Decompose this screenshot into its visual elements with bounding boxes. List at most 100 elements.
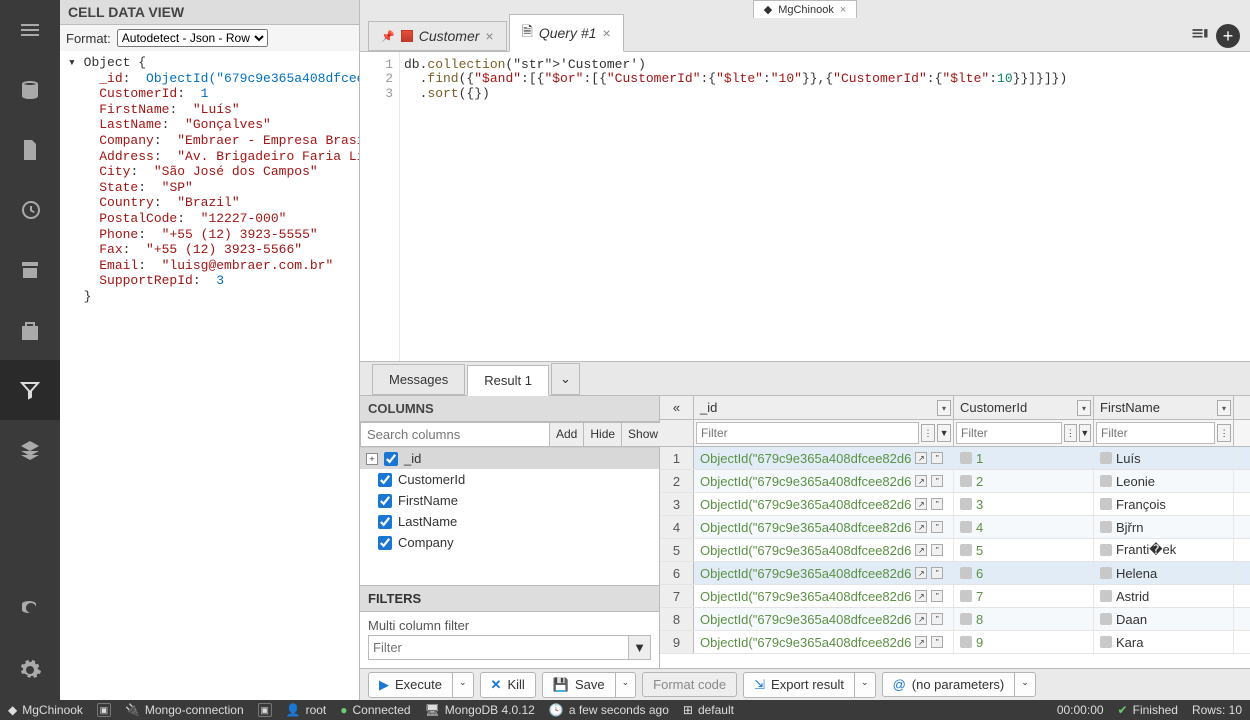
close-icon[interactable]: × (840, 4, 846, 16)
column-item[interactable]: + _id (360, 448, 659, 469)
execute-button[interactable]: ▶Execute (368, 672, 453, 698)
info-icon[interactable]: " (931, 475, 943, 487)
filter-menu-icon[interactable]: ⋮ (1217, 424, 1231, 442)
info-icon[interactable]: " (931, 498, 943, 510)
chevron-down-icon[interactable]: ▾ (937, 400, 951, 416)
add-column-button[interactable]: Add (550, 422, 584, 447)
json-viewer[interactable]: ▾ Object { _id: ObjectId("679c9e365a408d… (60, 51, 359, 309)
cell-firstname[interactable]: Daan (1094, 608, 1234, 630)
cell-id[interactable]: ObjectId("679c9e365a408dfcee82d6↗" (694, 631, 954, 653)
multi-filter-input[interactable] (368, 635, 629, 660)
table-row[interactable]: 3ObjectId("679c9e365a408dfcee82d6↗"3Fran… (660, 493, 1250, 516)
close-icon[interactable]: × (602, 25, 610, 41)
filter-input-cid[interactable] (956, 422, 1062, 444)
panel-toggle-icon[interactable] (1190, 25, 1210, 48)
show-column-button[interactable]: Show (622, 422, 665, 447)
info-icon[interactable]: " (931, 521, 943, 533)
cell-customerid[interactable]: 2 (954, 470, 1094, 492)
column-header-customerid[interactable]: CustomerId▾ (954, 396, 1094, 419)
cell-firstname[interactable]: Kara (1094, 631, 1234, 653)
table-row[interactable]: 4ObjectId("679c9e365a408dfcee82d6↗"4Bjřr… (660, 516, 1250, 539)
cell-customerid[interactable]: 3 (954, 493, 1094, 515)
tab-query-1[interactable]: 🗎 Query #1 × (509, 14, 624, 52)
archive-icon[interactable] (0, 240, 60, 300)
panel-icon[interactable]: ▣ (258, 703, 272, 717)
cell-id[interactable]: ObjectId("679c9e365a408dfcee82d6↗" (694, 447, 954, 469)
cell-firstname[interactable]: François (1094, 493, 1234, 515)
table-row[interactable]: 6ObjectId("679c9e365a408dfcee82d6↗"6Hele… (660, 562, 1250, 585)
open-icon[interactable]: ↗ (915, 498, 927, 510)
filter-nav-icon[interactable] (0, 360, 60, 420)
chevron-down-icon[interactable]: ▾ (1217, 400, 1231, 416)
save-button[interactable]: 💾Save (542, 672, 616, 698)
export-dropdown[interactable]: ⌄ (855, 672, 876, 698)
filter-input-id[interactable] (696, 422, 919, 444)
close-icon[interactable]: × (485, 28, 493, 44)
column-item[interactable]: CustomerId (360, 469, 659, 490)
add-tab-button[interactable]: + (1216, 24, 1240, 48)
execute-dropdown[interactable]: ⌄ (453, 672, 474, 698)
open-icon[interactable]: ↗ (915, 567, 927, 579)
open-icon[interactable]: ↗ (915, 613, 927, 625)
column-item[interactable]: LastName (360, 511, 659, 532)
format-code-button[interactable]: Format code (642, 672, 737, 697)
panel-icon[interactable]: ▣ (97, 703, 111, 717)
parameters-dropdown[interactable]: ⌄ (1015, 672, 1036, 697)
cell-customerid[interactable]: 9 (954, 631, 1094, 653)
column-checkbox[interactable] (378, 494, 392, 508)
status-user[interactable]: 👤root (286, 703, 327, 717)
table-row[interactable]: 2ObjectId("679c9e365a408dfcee82d6↗"2Leon… (660, 470, 1250, 493)
document-tab[interactable]: ◆ MgChinook × (753, 0, 858, 18)
column-item[interactable]: Company (360, 532, 659, 553)
tab-messages[interactable]: Messages (372, 364, 465, 395)
row-header-corner[interactable]: « (660, 396, 694, 419)
info-icon[interactable]: " (931, 636, 943, 648)
open-icon[interactable]: ↗ (915, 544, 927, 556)
file-icon[interactable] (0, 120, 60, 180)
database-icon[interactable] (0, 60, 60, 120)
result-tab-dropdown[interactable]: ⌄ (551, 363, 580, 395)
table-row[interactable]: 5ObjectId("679c9e365a408dfcee82d6↗"5Fran… (660, 539, 1250, 562)
cell-id[interactable]: ObjectId("679c9e365a408dfcee82d6↗" (694, 539, 954, 561)
save-dropdown[interactable]: ⌄ (616, 672, 637, 698)
cell-id[interactable]: ObjectId("679c9e365a408dfcee82d6↗" (694, 585, 954, 607)
layers-icon[interactable] (0, 420, 60, 480)
status-schema[interactable]: ⊞default (683, 703, 734, 717)
view-db-icon[interactable] (0, 580, 60, 640)
open-icon[interactable]: ↗ (915, 636, 927, 648)
filter-menu-icon[interactable]: ⋮ (921, 424, 935, 442)
status-connection[interactable]: 🔌Mongo-connection (125, 703, 244, 717)
format-select[interactable]: Autodetect - Json - Row (117, 29, 268, 47)
table-row[interactable]: 8ObjectId("679c9e365a408dfcee82d6↗"8Daan (660, 608, 1250, 631)
cell-firstname[interactable]: Helena (1094, 562, 1234, 584)
cell-firstname[interactable]: Astrid (1094, 585, 1234, 607)
cell-firstname[interactable]: Franti�ek (1094, 539, 1234, 561)
open-icon[interactable]: ↗ (915, 475, 927, 487)
status-database[interactable]: ◆MgChinook (8, 703, 83, 717)
clipboard-icon[interactable] (0, 300, 60, 360)
cell-customerid[interactable]: 6 (954, 562, 1094, 584)
info-icon[interactable]: " (931, 613, 943, 625)
filter-menu-icon[interactable]: ⋮ (1064, 424, 1076, 442)
column-search-input[interactable] (360, 422, 550, 447)
column-checkbox[interactable] (378, 536, 392, 550)
info-icon[interactable]: " (931, 567, 943, 579)
open-icon[interactable]: ↗ (915, 452, 927, 464)
open-icon[interactable]: ↗ (915, 590, 927, 602)
column-checkbox[interactable] (378, 515, 392, 529)
table-row[interactable]: 9ObjectId("679c9e365a408dfcee82d6↗"9Kara (660, 631, 1250, 654)
info-icon[interactable]: " (931, 590, 943, 602)
grid-body[interactable]: 1ObjectId("679c9e365a408dfcee82d6↗"1Luís… (660, 447, 1250, 668)
cell-firstname[interactable]: Luís (1094, 447, 1234, 469)
cell-id[interactable]: ObjectId("679c9e365a408dfcee82d6↗" (694, 470, 954, 492)
code-body[interactable]: db.collection("str">'Customer') .find({"… (400, 52, 1250, 361)
expand-icon[interactable]: + (366, 453, 378, 465)
column-checkbox[interactable] (384, 452, 398, 466)
export-result-button[interactable]: ⇲Export result (743, 672, 855, 698)
cell-id[interactable]: ObjectId("679c9e365a408dfcee82d6↗" (694, 608, 954, 630)
cell-customerid[interactable]: 8 (954, 608, 1094, 630)
filter-icon[interactable]: ▼ (629, 635, 651, 660)
parameters-button[interactable]: @(no parameters) (882, 672, 1016, 697)
cell-firstname[interactable]: Bjřrn (1094, 516, 1234, 538)
cell-id[interactable]: ObjectId("679c9e365a408dfcee82d6↗" (694, 562, 954, 584)
